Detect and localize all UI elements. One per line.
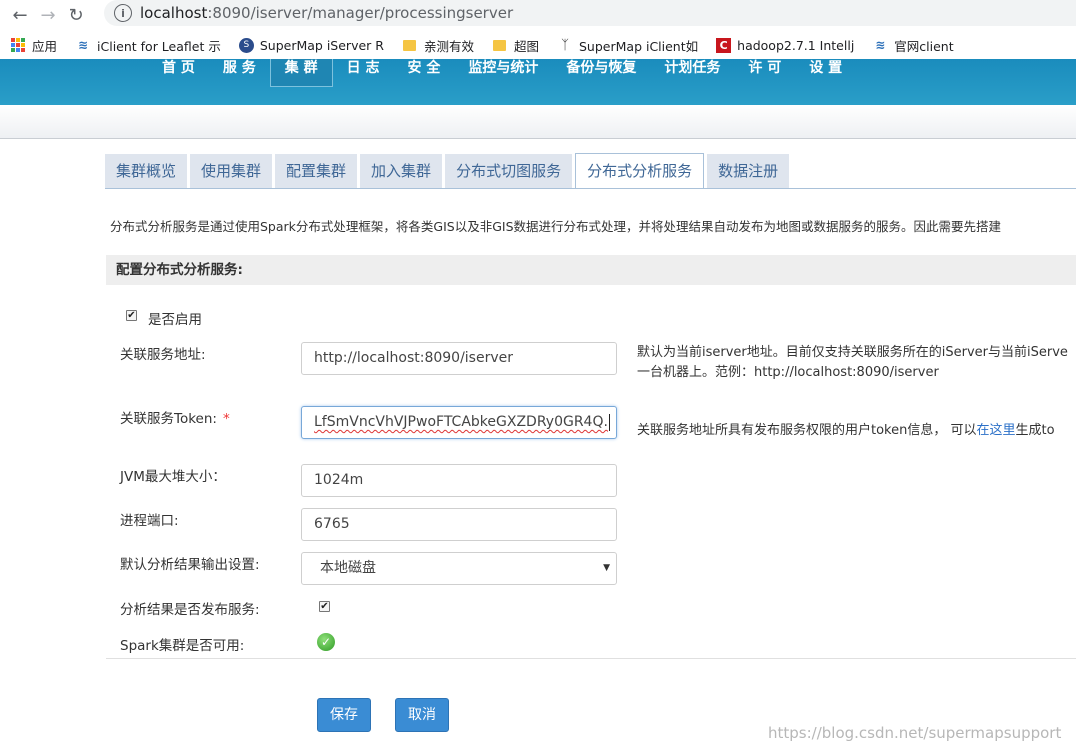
output-setting-label: 默认分析结果输出设置: — [120, 557, 260, 573]
publish-service-label: 分析结果是否发布服务: — [120, 602, 260, 618]
bookmark-iclient-leaflet[interactable]: ≋ iClient for Leaflet 示 — [75, 36, 221, 55]
menu-home[interactable]: 首 页 — [148, 59, 209, 87]
tab-distributed-tiling[interactable]: 分布式切图服务 — [445, 154, 573, 188]
bookmark-label: SuperMap iClient如 — [579, 38, 699, 54]
section-title: 配置分布式分析服务: — [106, 255, 1076, 285]
supermap-globe-icon: S — [238, 37, 254, 53]
menu-logs[interactable]: 日 志 — [333, 59, 394, 87]
token-hint: 关联服务地址所具有发布服务权限的用户token信息， 可以在这里生成to — [637, 421, 1055, 441]
url-path: :8090/iserver/manager/processingserver — [207, 4, 514, 22]
bookmark-hadoop[interactable]: C hadoop2.7.1 Intellj — [716, 37, 855, 53]
token-label: 关联服务Token: * — [120, 407, 230, 427]
service-url-hint-line2: 一台机器上。范例：http://localhost:8090/iserver — [637, 365, 939, 380]
token-input[interactable]: LfSmVncVhVJPwoFTCAbkeGXZDRy0GR4Q. — [301, 406, 617, 439]
bookmarks-bar: 应用 ≋ iClient for Leaflet 示 S SuperMap iS… — [0, 31, 1076, 59]
cancel-button[interactable]: 取消 — [395, 698, 449, 732]
bookmark-label: 超图 — [513, 38, 539, 54]
service-url-input[interactable]: http://localhost:8090/iserver — [301, 342, 617, 375]
folder-icon — [402, 38, 418, 52]
publish-service-checkbox[interactable]: ✔ — [319, 601, 330, 612]
back-arrow-icon[interactable]: ← — [6, 1, 34, 29]
bookmark-label: iClient for Leaflet 示 — [97, 38, 221, 54]
bookmark-apps[interactable]: 应用 — [10, 36, 57, 55]
menu-settings[interactable]: 设 置 — [795, 59, 856, 87]
output-setting-value: 本地磁盘 — [320, 560, 376, 576]
menu-license[interactable]: 许 可 — [734, 59, 795, 87]
bookmark-iserver[interactable]: S SuperMap iServer R — [238, 37, 384, 53]
service-url-label: 关联服务地址: — [120, 347, 206, 363]
bookmark-label: hadoop2.7.1 Intellj — [737, 37, 855, 53]
menu-security[interactable]: 安 全 — [394, 59, 455, 87]
browser-toolbar: ← → ↻ i localhost:8090/iserver/manager/p… — [0, 0, 1076, 30]
dropdown-arrow-icon: ▼ — [603, 563, 610, 573]
app-header: 首 页 服 务 集 群 日 志 安 全 监控与统计 备份与恢复 计划任务 许 可… — [0, 59, 1076, 105]
tab-configure-cluster[interactable]: 配置集群 — [275, 154, 358, 188]
bookmark-official-client[interactable]: ≋ 官网client — [872, 36, 953, 55]
check-circle-icon: ✓ — [317, 633, 335, 651]
tab-distributed-analysis[interactable]: 分布式分析服务 — [575, 153, 705, 189]
process-port-input[interactable]: 6765 — [301, 508, 617, 541]
supermap-wave-icon: ≋ — [875, 38, 886, 52]
bookmark-label: SuperMap iServer R — [259, 37, 384, 53]
page-description: 分布式分析服务是通过使用Spark分布式处理框架，将各类GIS以及非GIS数据进… — [110, 219, 1002, 234]
bookmark-folder-supermap[interactable]: 超图 — [492, 36, 539, 55]
reload-icon[interactable]: ↻ — [62, 1, 90, 29]
spark-cluster-label: Spark集群是否可用: — [120, 638, 245, 654]
process-port-label: 进程端口: — [120, 513, 179, 529]
folder-icon — [492, 38, 508, 52]
output-setting-select[interactable]: 本地磁盘 ▼ — [301, 552, 617, 585]
text-caret — [608, 413, 610, 431]
save-button[interactable]: 保存 — [317, 698, 371, 732]
sub-header-bar — [0, 105, 1076, 139]
token-hint-prefix: 关联服务地址所具有发布服务权限的用户token信息， 可以 — [637, 423, 977, 438]
enable-checkbox[interactable]: ✔ — [126, 310, 137, 321]
main-menu: 首 页 服 务 集 群 日 志 安 全 监控与统计 备份与恢复 计划任务 许 可… — [148, 59, 856, 87]
jvm-heap-label: JVM最大堆大小： — [120, 469, 226, 485]
service-url-hint: 默认为当前iserver地址。目前仅支持关联服务所在的iServer与当前iSe… — [637, 343, 1068, 383]
menu-backup[interactable]: 备份与恢复 — [552, 59, 650, 87]
token-label-text: 关联服务Token: — [120, 411, 217, 427]
token-value: LfSmVncVhVJPwoFTCAbkeGXZDRy0GR4Q. — [314, 414, 608, 430]
tabs-divider — [105, 188, 1076, 189]
token-hint-suffix: 生成to — [1015, 423, 1055, 438]
menu-monitoring[interactable]: 监控与统计 — [454, 59, 552, 87]
menu-scheduled-tasks[interactable]: 计划任务 — [650, 59, 734, 87]
bookmark-label: 应用 — [32, 38, 58, 54]
watermark: https://blog.csdn.net/supermapsupport — [768, 724, 1062, 742]
cluster-tabs: 集群概览 使用集群 配置集群 加入集群 分布式切图服务 分布式分析服务 数据注册 — [105, 153, 792, 189]
tab-use-cluster[interactable]: 使用集群 — [190, 154, 273, 188]
tab-cluster-overview[interactable]: 集群概览 — [105, 154, 188, 188]
csdn-icon: C — [716, 37, 732, 53]
service-url-hint-line1: 默认为当前iserver地址。目前仅支持关联服务所在的iServer与当前iSe… — [637, 345, 1068, 360]
url-host: localhost — [140, 4, 208, 22]
info-icon[interactable]: i — [114, 4, 132, 22]
apps-grid-icon — [10, 38, 26, 52]
enable-label: 是否启用 — [148, 312, 202, 328]
menu-services[interactable]: 服 务 — [209, 59, 270, 87]
supermap-wave-icon: ≋ — [77, 38, 89, 52]
supermap-logo-icon: ᛉ — [561, 37, 569, 53]
required-marker: * — [222, 411, 230, 427]
menu-cluster[interactable]: 集 群 — [269, 59, 333, 87]
bookmark-label: 官网client — [894, 38, 954, 54]
form-divider — [106, 658, 1076, 659]
address-bar[interactable]: i localhost:8090/iserver/manager/process… — [104, 0, 1076, 26]
bookmark-iclient-guide[interactable]: ᛉ SuperMap iClient如 — [557, 36, 698, 55]
tab-data-registration[interactable]: 数据注册 — [707, 154, 790, 188]
bookmark-folder-tested[interactable]: 亲测有效 — [402, 36, 474, 55]
forward-arrow-icon[interactable]: → — [34, 1, 62, 29]
generate-token-link[interactable]: 在这里 — [977, 423, 1016, 438]
tab-join-cluster[interactable]: 加入集群 — [360, 154, 443, 188]
bookmark-label: 亲测有效 — [423, 38, 474, 54]
jvm-heap-input[interactable]: 1024m — [301, 464, 617, 497]
